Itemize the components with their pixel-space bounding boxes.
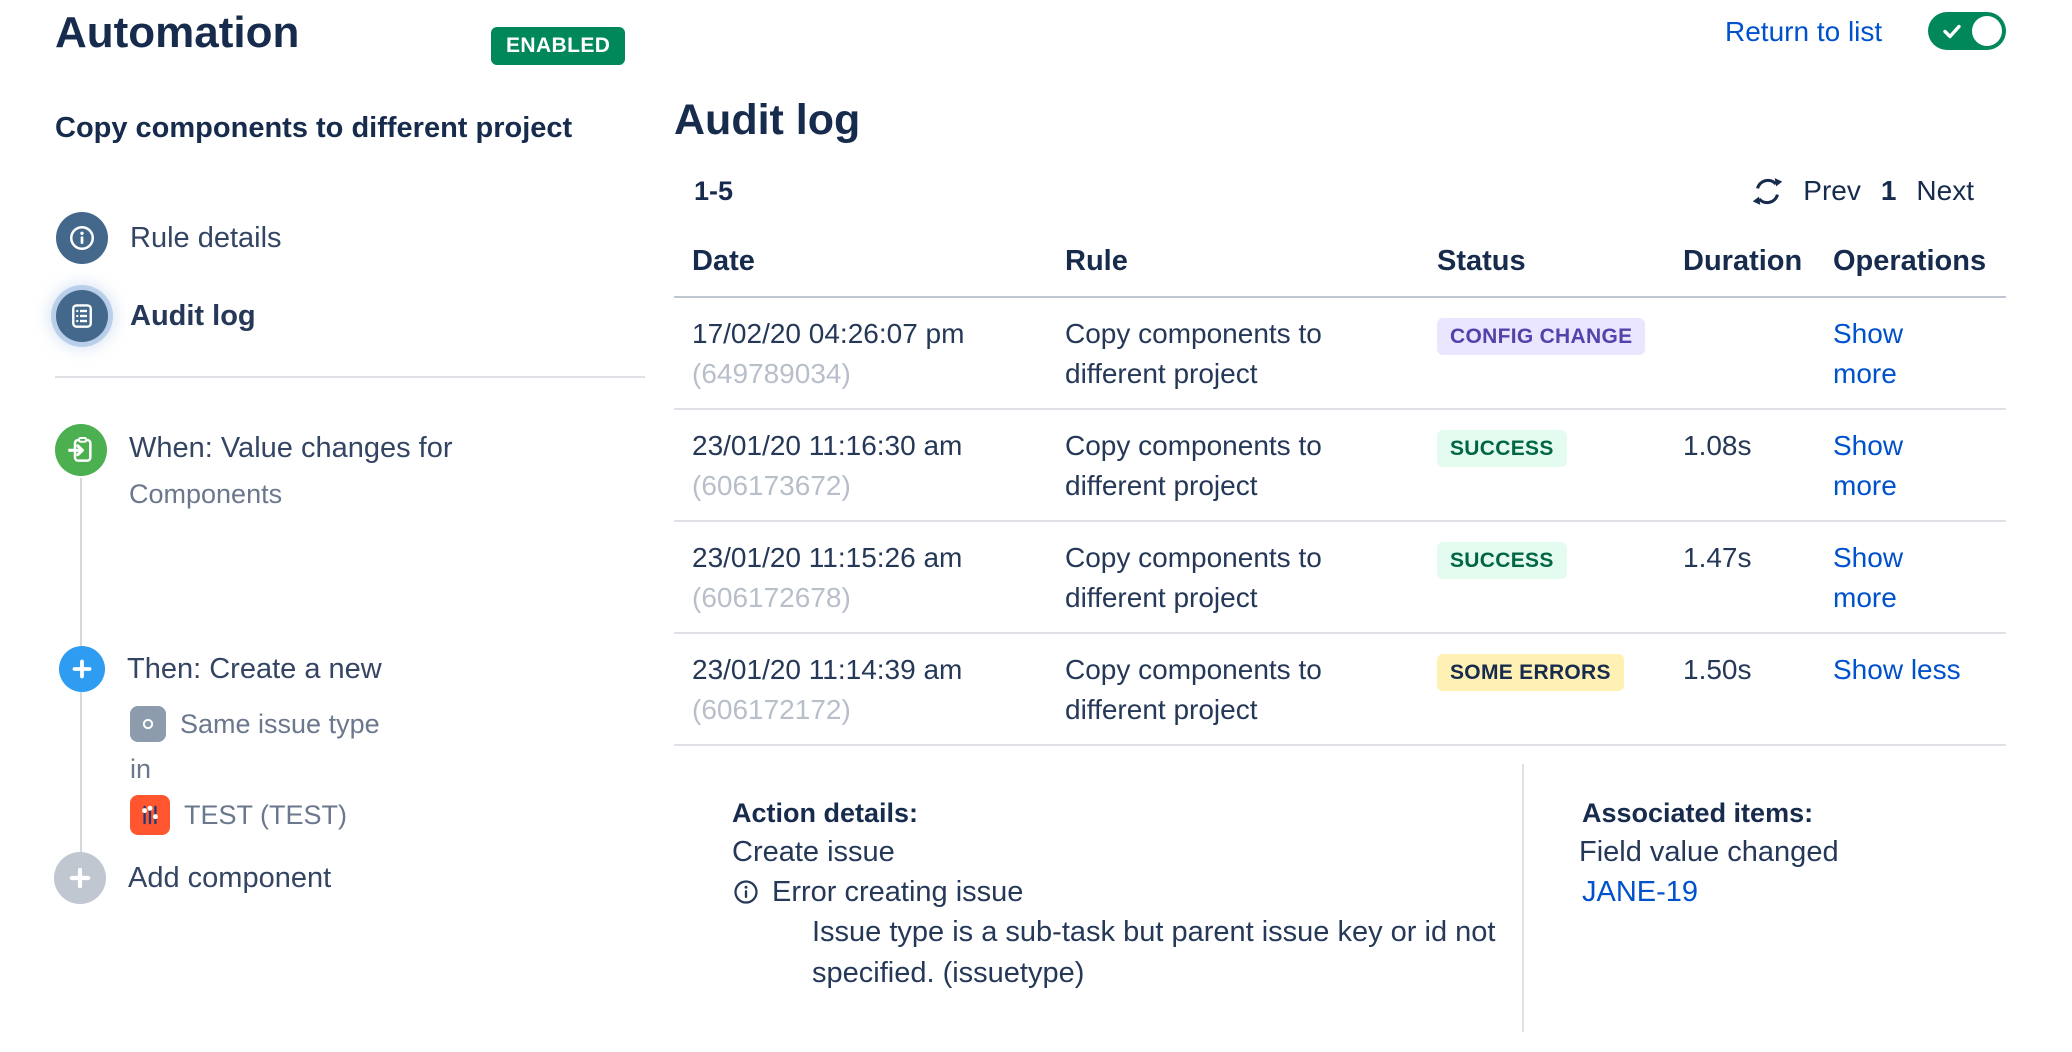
audit-log-title: Audit log (674, 96, 2006, 145)
check-icon (1940, 19, 1964, 43)
page-title: Automation (55, 8, 299, 58)
table-row: 17/02/20 04:26:07 pm (649789034) Copy co… (674, 298, 2006, 410)
cell-duration: 1.50s (1683, 650, 1833, 690)
associated-event: Field value changed (1579, 832, 1839, 872)
sidebar-item-label: Audit log (130, 300, 256, 333)
associated-issue-link[interactable]: JANE-19 (1582, 872, 1698, 912)
table-header-row: Date Rule Status Duration Operations (674, 245, 2006, 298)
status-badge: SUCCESS (1437, 542, 1567, 579)
result-range: 1-5 (694, 176, 733, 207)
pagination-page-1[interactable]: 1 (1881, 175, 1897, 207)
cell-duration: 1.47s (1683, 538, 1833, 578)
sidebar-item-label: Rule details (130, 222, 282, 255)
pagination: Prev 1 Next (1752, 175, 1974, 207)
col-header-rule: Rule (1065, 245, 1437, 278)
audit-log-table: Date Rule Status Duration Operations 17/… (674, 245, 2006, 746)
action-details-title: Action details: (732, 794, 1502, 832)
execution-id: (606172678) (692, 578, 1065, 618)
table-row: 23/01/20 11:14:39 am (606172172) Copy co… (674, 634, 2006, 746)
col-header-date: Date (674, 245, 1065, 278)
execution-id: (606173672) (692, 466, 1065, 506)
status-badge: CONFIG CHANGE (1437, 318, 1645, 355)
trigger-step-when[interactable]: When: Value changes for Components (55, 424, 453, 510)
action-preposition: in (130, 754, 382, 785)
associated-items-section: Associated items: Field value changed JA… (1579, 794, 1839, 912)
col-header-status: Status (1437, 245, 1683, 278)
pagination-prev[interactable]: Prev (1803, 175, 1861, 207)
trigger-title: When: Value changes for (129, 432, 453, 465)
cell-date: 23/01/20 11:16:30 am (606173672) (674, 426, 1065, 506)
plus-icon (54, 852, 106, 904)
trigger-clipboard-icon (55, 424, 107, 476)
execution-id: (606172172) (692, 690, 1065, 730)
associated-items-title: Associated items: (1582, 794, 1839, 832)
enabled-status-badge: ENABLED (491, 27, 625, 65)
action-name: Create issue (732, 832, 1502, 872)
action-step-then[interactable]: Then: Create a new Same issue type in TE… (59, 646, 382, 835)
info-icon (56, 212, 108, 264)
cell-date: 23/01/20 11:15:26 am (606172678) (674, 538, 1065, 618)
list-icon (56, 290, 108, 342)
table-row: 23/01/20 11:15:26 am (606172678) Copy co… (674, 522, 2006, 634)
cell-date: 23/01/20 11:14:39 am (606172172) (674, 650, 1065, 730)
plus-icon (59, 646, 105, 692)
pagination-next[interactable]: Next (1916, 175, 1974, 207)
show-more-link[interactable]: Show more (1833, 314, 1953, 394)
action-details-section: Action details: Create issue Error creat… (732, 794, 1502, 994)
table-row: 23/01/20 11:16:30 am (606173672) Copy co… (674, 410, 2006, 522)
add-component-button[interactable]: Add component (54, 852, 331, 904)
action-issue-type: Same issue type (180, 709, 380, 740)
rule-name: Copy components to different project (55, 112, 615, 145)
execution-id: (649789034) (692, 354, 1065, 394)
action-project: TEST (TEST) (184, 800, 347, 831)
cell-rule: Copy components to different project (1065, 650, 1437, 730)
status-badge: SOME ERRORS (1437, 654, 1624, 691)
project-avatar-sliders-icon (130, 795, 170, 835)
status-badge: SUCCESS (1437, 430, 1567, 467)
show-more-link[interactable]: Show more (1833, 538, 1953, 618)
issue-type-icon (130, 706, 166, 742)
sidebar-item-audit-log[interactable]: Audit log (56, 290, 256, 342)
cell-duration: 1.08s (1683, 426, 1833, 466)
return-to-list-link[interactable]: Return to list (1725, 16, 1882, 48)
add-component-label: Add component (128, 862, 331, 895)
toggle-knob (1972, 16, 2002, 46)
col-header-operations: Operations (1833, 245, 2006, 278)
audit-log-panel: Audit log 1-5 Prev 1 Next Date Rule (674, 96, 2006, 1036)
rule-enabled-toggle[interactable] (1928, 12, 2006, 50)
cell-rule: Copy components to different project (1065, 314, 1437, 394)
error-message: Issue type is a sub-task but parent issu… (812, 912, 1502, 994)
show-less-link[interactable]: Show less (1833, 650, 1961, 690)
sidebar-item-rule-details[interactable]: Rule details (56, 212, 282, 264)
col-header-duration: Duration (1683, 245, 1833, 278)
cell-rule: Copy components to different project (1065, 538, 1437, 618)
error-title: Error creating issue (772, 872, 1023, 912)
action-title: Then: Create a new (127, 653, 382, 686)
refresh-icon[interactable] (1752, 176, 1783, 207)
cell-rule: Copy components to different project (1065, 426, 1437, 506)
expanded-row-details: Action details: Create issue Error creat… (674, 746, 2006, 1036)
cell-date: 17/02/20 04:26:07 pm (649789034) (674, 314, 1065, 394)
trigger-subtitle: Components (129, 479, 453, 510)
details-divider (1522, 764, 1524, 1032)
info-circle-icon (732, 878, 760, 906)
show-more-link[interactable]: Show more (1833, 426, 1953, 506)
sidebar-divider (55, 376, 645, 378)
